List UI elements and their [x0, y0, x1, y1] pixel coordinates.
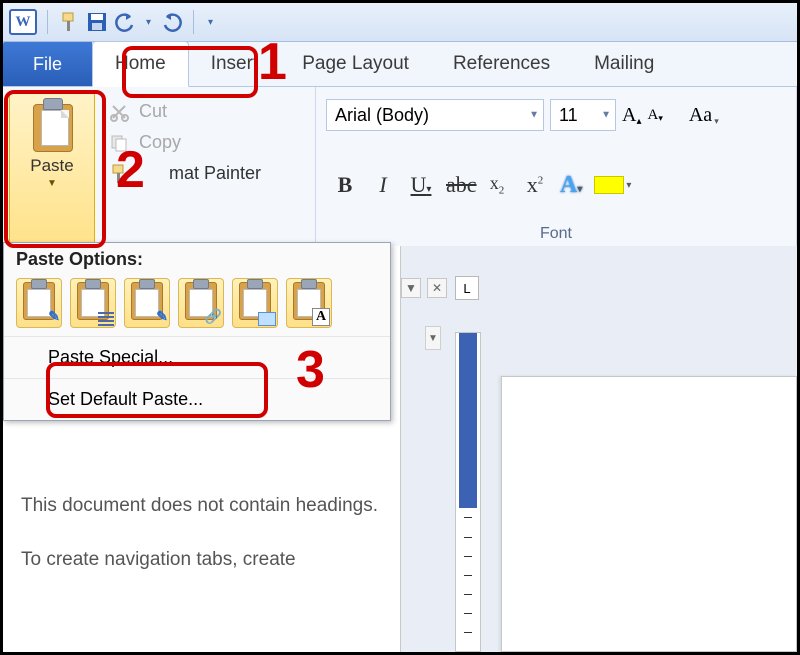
document-page[interactable]	[501, 376, 797, 652]
paintbrush-icon: ✎	[48, 309, 60, 326]
format-painter-qat-icon[interactable]	[58, 11, 80, 33]
nav-close-icon[interactable]: ▼	[401, 278, 421, 298]
ribbon: Paste ▼ Cut Copy mat Painter	[3, 87, 797, 248]
vertical-ruler[interactable]	[455, 332, 481, 652]
shrink-font-button[interactable]: A▾	[647, 107, 662, 124]
tab-home[interactable]: Home	[92, 41, 189, 87]
nav-pane-message-1: This document does not contain headings.	[21, 492, 382, 520]
bold-button[interactable]: B	[332, 172, 358, 198]
superscript-button[interactable]: x2	[522, 172, 548, 198]
chevron-down-icon: ▼	[601, 110, 611, 121]
paste-merge-link[interactable]: 🔗	[178, 278, 224, 328]
grow-font-button[interactable]: A▴	[622, 104, 641, 127]
nav-x-icon[interactable]: ✕	[427, 278, 447, 298]
clipboard-group: Paste ▼ Cut Copy mat Painter	[3, 87, 316, 247]
paste-text-only[interactable]: A	[286, 278, 332, 328]
paste-button[interactable]: Paste ▼	[9, 91, 95, 245]
paste-special-menu-item[interactable]: Paste Special...	[4, 336, 390, 378]
scissors-icon	[109, 102, 129, 122]
paste-dropdown-menu: Paste Options: ✎ ✎ 🔗 A Paste Special... …	[3, 242, 391, 421]
font-size-combo[interactable]: 11 ▼	[550, 99, 616, 131]
text-effects-button[interactable]: A▾	[560, 172, 582, 199]
font-name-value: Arial (Body)	[335, 105, 429, 126]
font-group: Arial (Body) ▼ 11 ▼ A▴ A▾ Aa▾ B I U▾ abc…	[316, 87, 797, 247]
tab-stop-indicator[interactable]: L	[455, 276, 479, 300]
pane-options-icon[interactable]: ▼	[425, 326, 441, 350]
copy-label: Copy	[139, 132, 181, 153]
ribbon-tabs: File Home Insert Page Layout References …	[3, 42, 797, 87]
font-size-value: 11	[559, 105, 578, 126]
paintbrush-link-icon: ✎	[156, 309, 168, 326]
format-painter-label: mat Painter	[139, 163, 261, 184]
document-area: ▼ ✕ L ▼	[401, 246, 797, 652]
paste-options-header: Paste Options:	[4, 243, 390, 274]
paste-merge-formatting[interactable]	[70, 278, 116, 328]
qat-customize-icon[interactable]: ▾	[204, 17, 217, 28]
italic-button[interactable]: I	[370, 172, 396, 198]
format-painter-button[interactable]: mat Painter	[109, 163, 261, 184]
cut-button[interactable]: Cut	[109, 101, 261, 122]
set-default-paste-menu-item[interactable]: Set Default Paste...	[4, 378, 390, 420]
undo-icon[interactable]	[114, 11, 136, 33]
picture-icon	[258, 312, 276, 326]
paste-icon	[31, 98, 73, 150]
paste-label: Paste	[30, 156, 73, 176]
chevron-down-icon: ▼	[529, 110, 539, 121]
highlight-button[interactable]: ▾	[594, 176, 631, 194]
quick-access-toolbar: W ▾ ▾	[3, 3, 797, 42]
link-icon: 🔗	[205, 309, 222, 326]
tab-references[interactable]: References	[431, 42, 572, 86]
copy-button[interactable]: Copy	[109, 132, 261, 153]
copy-icon	[109, 133, 129, 153]
text-only-icon: A	[312, 308, 330, 326]
strikethrough-button[interactable]: abc	[446, 172, 472, 198]
undo-dropdown-icon[interactable]: ▾	[142, 17, 155, 28]
nav-pane-message-2: To create navigation tabs, create	[21, 546, 382, 574]
cut-label: Cut	[139, 101, 167, 122]
tab-mailings[interactable]: Mailing	[572, 42, 676, 86]
paste-keep-source-link[interactable]: ✎	[124, 278, 170, 328]
tab-page-layout[interactable]: Page Layout	[280, 42, 431, 86]
paste-dropdown-caret-icon[interactable]: ▼	[47, 178, 57, 189]
paste-picture[interactable]	[232, 278, 278, 328]
font-group-label: Font	[322, 225, 790, 245]
tab-file[interactable]: File	[3, 42, 92, 86]
tab-insert[interactable]: Insert	[189, 42, 281, 86]
font-name-combo[interactable]: Arial (Body) ▼	[326, 99, 544, 131]
format-painter-icon	[109, 164, 129, 184]
word-app-icon: W	[9, 9, 37, 35]
underline-button[interactable]: U▾	[408, 172, 434, 198]
merge-icon	[98, 312, 114, 326]
paste-keep-source-formatting[interactable]: ✎	[16, 278, 62, 328]
change-case-button[interactable]: Aa▾	[689, 104, 719, 127]
redo-icon[interactable]	[161, 11, 183, 33]
subscript-button[interactable]: x2	[484, 173, 510, 197]
paste-special-label: Paste Special...	[48, 347, 173, 367]
save-icon[interactable]	[86, 11, 108, 33]
